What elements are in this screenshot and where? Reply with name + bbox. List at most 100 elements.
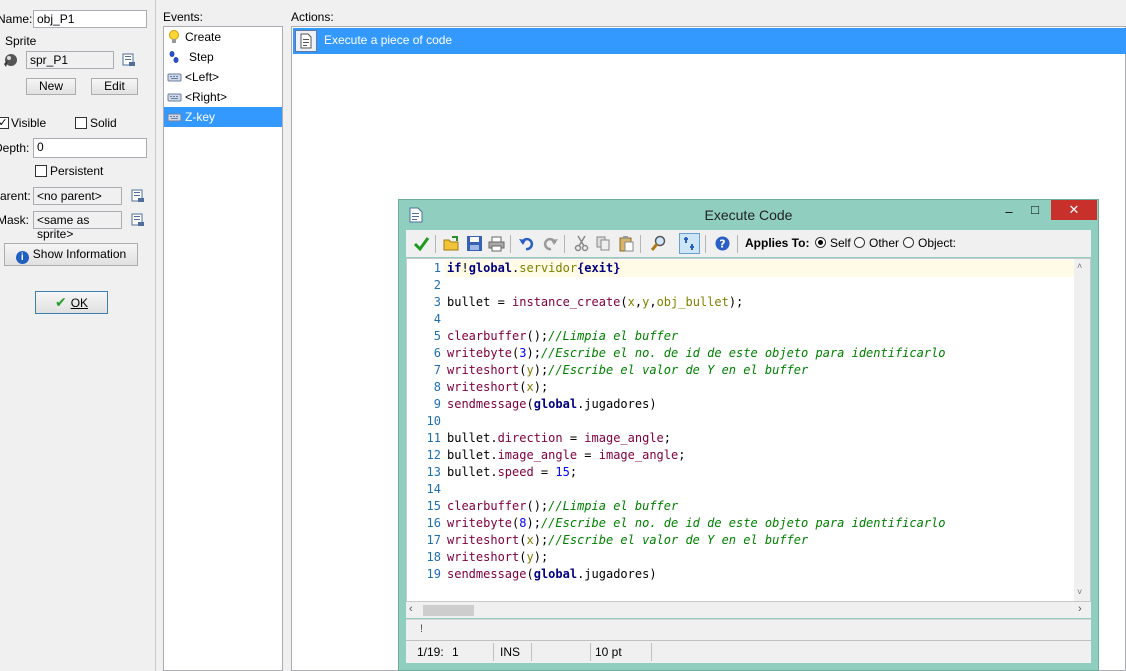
status-divider: [590, 643, 591, 661]
horizontal-scroll-thumb[interactable]: [423, 605, 474, 616]
maximize-button[interactable]: □: [1025, 200, 1045, 220]
code-line[interactable]: bullet.speed = 15;: [447, 464, 577, 481]
event-create[interactable]: Create: [164, 27, 282, 47]
sprite-menu-icon[interactable]: [122, 53, 136, 67]
open-folder-icon[interactable]: [443, 235, 460, 252]
line-number: 9: [433, 397, 441, 411]
status-bar: 1/19: 1 INS 10 pt: [406, 640, 1091, 663]
event-right-key[interactable]: <Right>: [164, 87, 282, 107]
code-line[interactable]: if!global.servidor{exit}: [447, 260, 620, 277]
code-line[interactable]: bullet.direction = image_angle;: [447, 430, 671, 447]
code-line[interactable]: clearbuffer();//Limpia el buffer: [447, 328, 678, 345]
line-number: 10: [426, 414, 441, 428]
code-line[interactable]: writebyte(3);//Escribe el no. de id de e…: [447, 345, 946, 362]
persistent-checkbox[interactable]: [35, 165, 47, 177]
minimize-button[interactable]: –: [999, 202, 1019, 222]
help-icon[interactable]: ?: [714, 235, 731, 252]
line-number: 13: [426, 465, 441, 479]
name-label: Name:: [0, 12, 33, 26]
applies-other-label: Other: [869, 236, 900, 250]
redo-icon[interactable]: [542, 235, 559, 252]
status-divider: [651, 643, 652, 661]
depth-field[interactable]: 0: [33, 138, 147, 158]
line-number: 18: [426, 550, 441, 564]
undo-icon[interactable]: [518, 235, 535, 252]
error-bar: !: [406, 619, 1091, 640]
parent-menu-icon[interactable]: [131, 189, 145, 203]
line-number: 1: [433, 261, 441, 275]
code-line[interactable]: writeshort(y);//Escribe el valor de Y en…: [447, 362, 808, 379]
accept-check-icon[interactable]: [413, 235, 430, 252]
code-line[interactable]: writeshort(y);: [447, 549, 548, 566]
line-number: 3: [433, 295, 441, 309]
code-editor[interactable]: 1 2 3 4 5 6 7 8 9 10 11 12 13 14 15 16 1…: [406, 258, 1091, 602]
show-information-button[interactable]: i Show Information: [4, 243, 138, 266]
window-title: Execute Code: [704, 207, 793, 223]
line-number-gutter: 1 2 3 4 5 6 7 8 9 10 11 12 13 14 15 16 1…: [407, 259, 444, 601]
mask-menu-icon[interactable]: [131, 213, 145, 227]
line-number: 16: [426, 516, 441, 530]
parent-field[interactable]: <no parent>: [33, 187, 122, 205]
applies-self-label: Self: [830, 236, 851, 250]
applies-self-radio[interactable]: [815, 237, 826, 248]
mask-field[interactable]: <same as sprite>: [33, 211, 122, 241]
applies-other-radio[interactable]: [854, 237, 865, 248]
event-label: <Right>: [185, 90, 228, 104]
mask-label: Mask:: [0, 213, 30, 227]
scroll-down-icon[interactable]: ˅: [1077, 587, 1082, 597]
lightbulb-icon: [167, 30, 182, 44]
info-icon: i: [15, 251, 29, 264]
code-line[interactable]: writeshort(x);//Escribe el valor de Y en…: [447, 532, 808, 549]
execute-code-window: Execute Code – □ ✕ ? Applies To: Self Ot…: [398, 199, 1099, 671]
event-left-key[interactable]: <Left>: [164, 67, 282, 87]
keyboard-icon: [167, 70, 182, 84]
line-number: 2: [433, 278, 441, 292]
keyboard-icon: [167, 90, 182, 104]
applies-object-label: Object:: [918, 236, 957, 250]
edit-sprite-button[interactable]: Edit: [91, 78, 138, 95]
horizontal-scrollbar[interactable]: ‹ ›: [406, 602, 1091, 618]
scroll-left-icon[interactable]: ‹: [409, 603, 413, 615]
line-number: 7: [433, 363, 441, 377]
code-tools-icon[interactable]: [679, 233, 700, 254]
print-icon[interactable]: [488, 235, 505, 252]
code-line[interactable]: bullet = instance_create(x,y,obj_bullet)…: [447, 294, 743, 311]
code-line[interactable]: bullet.image_angle = image_angle;: [447, 447, 685, 464]
scroll-up-icon[interactable]: ˄: [1077, 261, 1082, 271]
search-icon[interactable]: [650, 235, 667, 252]
code-line[interactable]: writebyte(8);//Escribe el no. de id de e…: [447, 515, 946, 532]
cut-scissors-icon[interactable]: [573, 235, 590, 252]
event-label: Z-key: [185, 110, 215, 124]
status-divider: [531, 643, 532, 661]
copy-icon[interactable]: [595, 235, 612, 252]
ok-label: OK: [70, 296, 89, 310]
code-line[interactable]: sendmessage(global.jugadores): [447, 566, 657, 583]
code-line[interactable]: writeshort(x);: [447, 379, 548, 396]
event-step[interactable]: Step: [164, 47, 282, 67]
code-line[interactable]: sendmessage(global.jugadores): [447, 396, 657, 413]
ok-button[interactable]: ✔ OK: [35, 291, 108, 314]
events-header: Events:: [163, 10, 204, 24]
sprite-preview-icon: [1, 50, 21, 70]
events-list[interactable]: Create Step <Left> <Right> Z-key: [163, 26, 283, 671]
save-disk-icon[interactable]: [466, 235, 483, 252]
new-sprite-button[interactable]: New: [26, 78, 76, 95]
sprite-field[interactable]: spr_P1: [26, 51, 114, 69]
paste-clipboard-icon[interactable]: [618, 235, 635, 252]
close-button[interactable]: ✕: [1051, 200, 1097, 220]
name-field[interactable]: obj_P1: [33, 10, 147, 28]
status-font-size: 10 pt: [595, 645, 622, 659]
applies-object-radio[interactable]: [903, 237, 914, 248]
toolbar-separator: [564, 235, 565, 253]
vertical-scrollbar[interactable]: ˄ ˅: [1074, 259, 1090, 601]
event-z-key[interactable]: Z-key: [164, 107, 282, 127]
scroll-right-icon[interactable]: ›: [1078, 603, 1082, 615]
persistent-label: Persistent: [50, 164, 104, 178]
show-information-label: Show Information: [32, 247, 127, 261]
code-line[interactable]: clearbuffer();//Limpia el buffer: [447, 498, 678, 515]
visible-checkbox[interactable]: ✓: [0, 117, 9, 129]
action-execute-code[interactable]: Execute a piece of code: [293, 28, 1126, 54]
solid-checkbox[interactable]: [75, 117, 87, 129]
code-toolbar: ? Applies To: Self Other Object:: [406, 230, 1091, 257]
depth-label: Depth:: [0, 141, 30, 155]
